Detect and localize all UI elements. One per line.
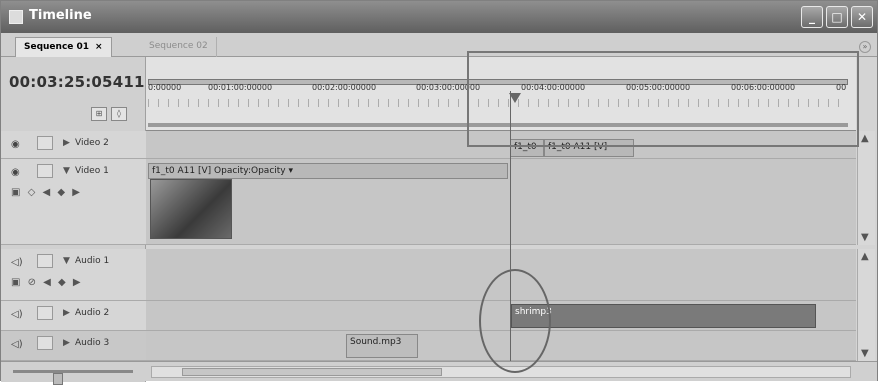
scroll-down-icon[interactable]: ▼: [861, 232, 869, 243]
timeline-tools: ⊞ ◊: [91, 101, 131, 121]
collapse-triangle-icon[interactable]: ▼: [63, 256, 70, 266]
lock-toggle[interactable]: [37, 306, 53, 320]
track-header-audio-1: ◁) ▼ Audio 1 ▣ ⊘ ◀ ◆ ▶: [1, 249, 146, 301]
video-scrollbar[interactable]: ▲ ▼: [857, 131, 875, 245]
maximize-button[interactable]: □: [826, 6, 848, 28]
zoom-handle[interactable]: [53, 373, 63, 385]
clip[interactable]: f1_t0 A11 [V] Opacity:Opacity ▾: [148, 163, 508, 179]
expand-triangle-icon[interactable]: ▶: [63, 138, 70, 148]
marker-icon[interactable]: ◊: [111, 107, 127, 121]
minimize-button[interactable]: _: [801, 6, 823, 28]
zoom-slider[interactable]: [13, 370, 133, 385]
window-title: Timeline: [29, 8, 92, 23]
tab-sequence-01[interactable]: Sequence 01 ×: [15, 37, 112, 57]
track-video-1[interactable]: f1_t0 A11 [V] Opacity:Opacity ▾: [146, 159, 856, 245]
lock-toggle[interactable]: [37, 136, 53, 150]
track-name: Audio 3: [75, 338, 110, 348]
scroll-up-icon[interactable]: ▲: [861, 251, 869, 262]
close-button[interactable]: ✕: [851, 6, 873, 28]
track-name: Audio 1: [75, 256, 110, 266]
snap-icon[interactable]: ⊞: [91, 107, 107, 121]
ruler-label: 0:00000: [148, 83, 182, 92]
highlight-ellipse: [479, 269, 551, 373]
clip[interactable]: shrimp3: [511, 304, 816, 328]
scroll-up-icon[interactable]: ▲: [861, 133, 869, 144]
tab-label: Sequence 01: [24, 42, 90, 52]
expand-triangle-icon[interactable]: ▶: [63, 338, 70, 348]
app-icon: [9, 10, 23, 24]
eye-icon[interactable]: ◉: [11, 139, 20, 150]
speaker-icon[interactable]: ◁): [11, 339, 23, 350]
ruler-label: 00:02:00:00000: [312, 83, 377, 92]
tab-close-icon[interactable]: ×: [95, 42, 103, 52]
current-timecode[interactable]: 00:03:25:05411: [9, 73, 145, 91]
speaker-icon[interactable]: ◁): [11, 257, 23, 268]
title-bar: Timeline _ □ ✕: [1, 1, 877, 33]
clip[interactable]: Sound.mp3: [346, 334, 418, 358]
timeline-window: Timeline _ □ ✕ Sequence 01 × Sequence 02 …: [0, 0, 878, 385]
clip-thumbnail: [150, 179, 232, 239]
eye-icon[interactable]: ◉: [11, 167, 20, 178]
keyframe-controls[interactable]: ▣ ⊘ ◀ ◆ ▶: [11, 277, 83, 288]
track-name: Video 1: [75, 166, 109, 176]
track-name: Video 2: [75, 138, 109, 148]
scroll-thumb[interactable]: [182, 368, 442, 376]
highlight-box: [467, 51, 859, 147]
lock-toggle[interactable]: [37, 336, 53, 350]
track-header-audio-3: ◁) ▶ Audio 3: [1, 331, 146, 361]
panel-menu-icon[interactable]: »: [859, 41, 871, 53]
zoom-and-scroll-bar: [1, 361, 877, 385]
track-header-video-1: ◉ ▼ Video 1 ▣ ◇ ◀ ◆ ▶: [1, 159, 146, 245]
tab-label: Sequence 02: [149, 41, 208, 51]
speaker-icon[interactable]: ◁): [11, 309, 23, 320]
audio-scrollbar[interactable]: ▲ ▼: [857, 249, 875, 361]
scroll-down-icon[interactable]: ▼: [861, 348, 869, 359]
keyframe-controls[interactable]: ▣ ◇ ◀ ◆ ▶: [11, 187, 82, 198]
expand-triangle-icon[interactable]: ▶: [63, 308, 70, 318]
lock-toggle[interactable]: [37, 164, 53, 178]
tab-sequence-02[interactable]: Sequence 02: [141, 37, 217, 57]
collapse-triangle-icon[interactable]: ▼: [63, 166, 70, 176]
track-header-audio-2: ◁) ▶ Audio 2: [1, 301, 146, 331]
track-name: Audio 2: [75, 308, 110, 318]
lock-toggle[interactable]: [37, 254, 53, 268]
ruler-label: 00:01:00:00000: [208, 83, 273, 92]
track-header-video-2: ◉ ▶ Video 2: [1, 131, 146, 159]
